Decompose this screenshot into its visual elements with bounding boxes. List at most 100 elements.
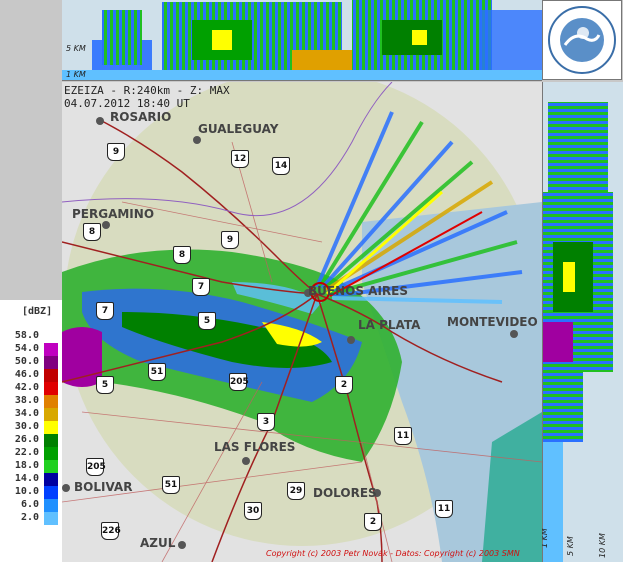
legend-swatch	[44, 408, 58, 421]
legend-entry: 50.0	[0, 356, 62, 369]
route-shield: 51	[148, 363, 166, 381]
legend-swatch	[44, 356, 58, 369]
smn-logo-icon	[548, 6, 616, 74]
legend-value: 54.0	[14, 343, 39, 354]
route-shield: 7	[192, 278, 210, 296]
city-dot-la-plata	[347, 336, 355, 344]
legend-swatch	[44, 434, 58, 447]
legend-swatch	[44, 486, 58, 499]
route-shield: 12	[231, 150, 249, 168]
legend-value: 18.0	[14, 460, 39, 471]
legend-value: 22.0	[14, 447, 39, 458]
legend-entry: 18.0	[0, 460, 62, 473]
logo-box	[542, 0, 622, 80]
dbz-legend: 58.0 54.0 50.0 46.0 42.0 38.0 34.0 30.0 26.0 22.0…	[0, 300, 62, 562]
legend-swatch	[44, 343, 58, 356]
legend-swatch	[44, 421, 58, 434]
legend-value: 38.0	[14, 395, 39, 406]
city-label-buenos-aires: BUENOS AIRES	[308, 284, 408, 298]
city-label-la-plata: LA PLATA	[358, 318, 421, 332]
city-label-rosario: ROSARIO	[110, 110, 172, 124]
legend-entry: 2.0	[0, 512, 62, 525]
route-shield: 11	[435, 500, 453, 518]
legend-entry: 26.0	[0, 434, 62, 447]
route-shield: 30	[244, 502, 262, 520]
legend-value: 46.0	[14, 369, 39, 380]
legend-value: 6.0	[20, 499, 39, 510]
legend-unit: [dBZ]	[22, 306, 53, 317]
legend-value: 50.0	[14, 356, 39, 367]
route-shield: 9	[107, 143, 125, 161]
legend-entry: 14.0	[0, 473, 62, 486]
legend-swatch	[44, 330, 58, 343]
legend-swatch	[44, 447, 58, 460]
radar-figure: 5 KM 1 KM 1 KM 5 KM 10 KM EZEIZA - R:240…	[0, 0, 623, 562]
route-shield: 29	[287, 482, 305, 500]
legend-value: 26.0	[14, 434, 39, 445]
legend-value: 58.0	[14, 330, 39, 341]
route-shield: 3	[257, 413, 275, 431]
city-label-pergamino: PERGAMINO	[72, 207, 155, 221]
city-dot-pergamino	[102, 221, 110, 229]
city-label-las-flores: LAS FLORES	[214, 440, 296, 454]
legend-value: 42.0	[14, 382, 39, 393]
route-shield: 14	[272, 157, 290, 175]
legend-value: 2.0	[20, 512, 39, 523]
legend-swatch	[44, 499, 58, 512]
datetime: 04.07.2012 18:40 UT	[64, 97, 190, 110]
route-shield: 8	[83, 223, 101, 241]
top-scale-1km: 1 KM	[66, 70, 86, 79]
city-dot-gualeguay	[193, 136, 201, 144]
right-scale-5km: 5 KM	[566, 536, 575, 556]
copyright-text: Copyright (c) 2003 Petr Novák - Datos: C…	[266, 549, 520, 558]
legend-entry: 22.0	[0, 447, 62, 460]
radar-header: EZEIZA - R:240km - Z: MAX 04.07.2012 18:…	[64, 84, 230, 110]
city-label-montevideo: MONTEVIDEO	[447, 315, 538, 329]
legend-swatch	[44, 473, 58, 486]
route-shield: 5	[198, 312, 216, 330]
city-dot-bolivar	[62, 484, 70, 492]
route-shield: 11	[394, 427, 412, 445]
route-shield: 7	[96, 302, 114, 320]
legend-swatch	[44, 460, 58, 473]
legend-entry: 30.0	[0, 421, 62, 434]
city-label-bolivar: BOLIVAR	[74, 480, 133, 494]
city-dot-azul	[178, 541, 186, 549]
legend-entry: 42.0	[0, 382, 62, 395]
route-shield: 226	[101, 522, 121, 540]
legend-swatch	[44, 369, 58, 382]
legend-value: 34.0	[14, 408, 39, 419]
legend-swatch	[44, 512, 58, 525]
legend-swatch	[44, 395, 58, 408]
city-dot-montevideo	[510, 330, 518, 338]
city-label-azul: AZUL	[140, 536, 176, 550]
route-shield: 2	[364, 513, 382, 531]
legend-value: 30.0	[14, 421, 39, 432]
route-shield: 205	[229, 373, 249, 391]
route-shield: 5	[96, 376, 114, 394]
legend-entry: 46.0	[0, 369, 62, 382]
city-label-gualeguay: GUALEGUAY	[198, 122, 279, 136]
legend-entry: 38.0	[0, 395, 62, 408]
station-line: EZEIZA - R:240km - Z: MAX	[64, 84, 230, 97]
route-shield: 205	[86, 458, 106, 476]
legend-entry: 58.0	[0, 330, 62, 343]
legend-swatch	[44, 382, 58, 395]
city-dot-rosario	[96, 117, 104, 125]
top-scale-5km: 5 KM	[66, 44, 86, 53]
route-shield: 2	[335, 376, 353, 394]
legend-value: 10.0	[14, 486, 39, 497]
legend-entry: 54.0	[0, 343, 62, 356]
right-cross-section	[542, 82, 623, 562]
route-shield: 8	[173, 246, 191, 264]
legend-entry: 10.0	[0, 486, 62, 499]
city-dot-las-flores	[242, 457, 250, 465]
legend-entry: 6.0	[0, 499, 62, 512]
right-scale-10km: 10 KM	[598, 533, 607, 558]
route-shield: 51	[162, 476, 180, 494]
legend-entry: 34.0	[0, 408, 62, 421]
city-label-dolores: DOLORES	[313, 486, 377, 500]
top-cross-section	[62, 0, 542, 81]
route-shield: 9	[221, 231, 239, 249]
legend-value: 14.0	[14, 473, 39, 484]
